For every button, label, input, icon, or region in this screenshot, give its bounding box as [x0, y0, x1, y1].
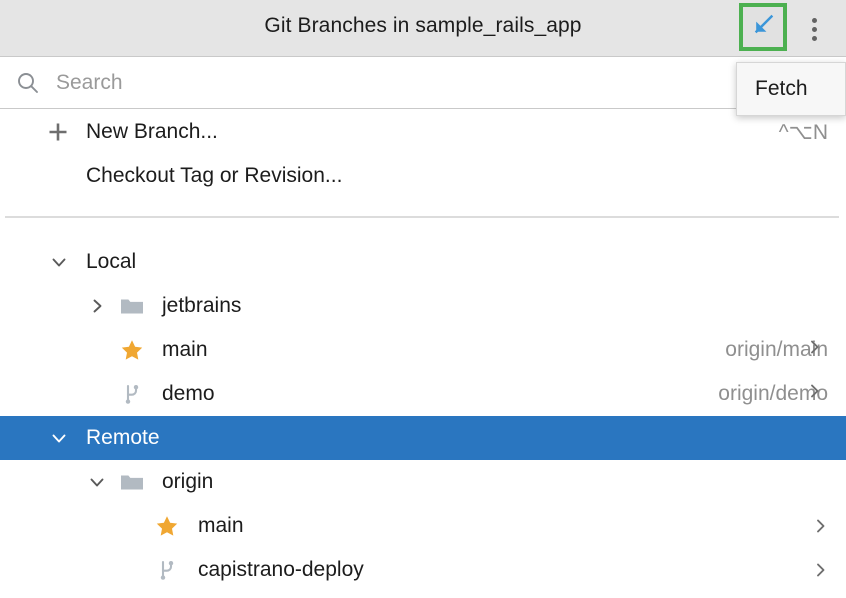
chevron-right-icon[interactable] [812, 517, 830, 535]
new-branch-label: New Branch... [86, 120, 218, 143]
tree-row-origin-capistrano-deploy[interactable]: capistrano-deploy [0, 548, 846, 592]
fetch-arrow-icon [750, 12, 776, 43]
actions-list: New Branch... ^⌥N Checkout Tag or Revisi… [0, 110, 846, 198]
tree-label: main [162, 338, 208, 361]
branches-tree: Local jetbrains main origin/main demo or… [0, 240, 846, 592]
star-icon [155, 514, 179, 538]
fetch-button[interactable] [739, 3, 787, 51]
tree-label: jetbrains [162, 294, 242, 317]
tree-label: origin [162, 470, 214, 493]
plus-icon [46, 120, 70, 144]
chevron-right-icon[interactable] [86, 295, 108, 317]
chevron-down-icon[interactable] [86, 471, 108, 493]
checkout-tag-label: Checkout Tag or Revision... [86, 164, 343, 187]
chevron-down-icon[interactable] [48, 427, 70, 449]
search-input[interactable] [56, 70, 696, 95]
tree-row-jetbrains[interactable]: jetbrains [0, 284, 846, 328]
tree-row-main-local[interactable]: main origin/main [0, 328, 846, 372]
more-vertical-icon-dot [811, 17, 817, 23]
tree-row-demo-local[interactable]: demo origin/demo [0, 372, 846, 416]
page-title: Git Branches in sample_rails_app [264, 14, 582, 37]
tree-row-remote[interactable]: Remote [0, 416, 846, 460]
tree-label: demo [162, 382, 215, 405]
new-branch-action[interactable]: New Branch... ^⌥N [0, 110, 846, 154]
tree-label: capistrano-deploy [198, 558, 364, 581]
more-vertical-icon-dot [811, 35, 817, 41]
chevron-right-icon[interactable] [806, 382, 824, 400]
tree-label: Remote [86, 426, 160, 449]
tree-row-local[interactable]: Local [0, 240, 846, 284]
tree-label: Local [86, 250, 137, 273]
folder-icon [120, 470, 144, 494]
search-bar[interactable] [0, 57, 846, 109]
more-options-button[interactable] [800, 8, 828, 50]
section-divider [5, 216, 839, 218]
chevron-down-icon[interactable] [48, 251, 70, 273]
branch-icon [155, 558, 179, 582]
branch-icon [120, 382, 144, 406]
fetch-tooltip: Fetch [736, 62, 846, 116]
chevron-right-icon[interactable] [806, 338, 824, 356]
tree-row-origin[interactable]: origin [0, 460, 846, 504]
tree-label: main [198, 514, 244, 537]
chevron-right-icon[interactable] [812, 561, 830, 579]
tree-row-origin-main[interactable]: main [0, 504, 846, 548]
folder-icon [120, 294, 144, 318]
star-icon [120, 338, 144, 362]
title-bar: Git Branches in sample_rails_app [0, 0, 846, 57]
checkout-tag-or-revision-action[interactable]: Checkout Tag or Revision... [0, 154, 846, 198]
more-vertical-icon-dot [811, 26, 817, 32]
tooltip-label: Fetch [755, 77, 808, 100]
search-icon [14, 69, 42, 97]
new-branch-shortcut: ^⌥N [778, 120, 828, 144]
